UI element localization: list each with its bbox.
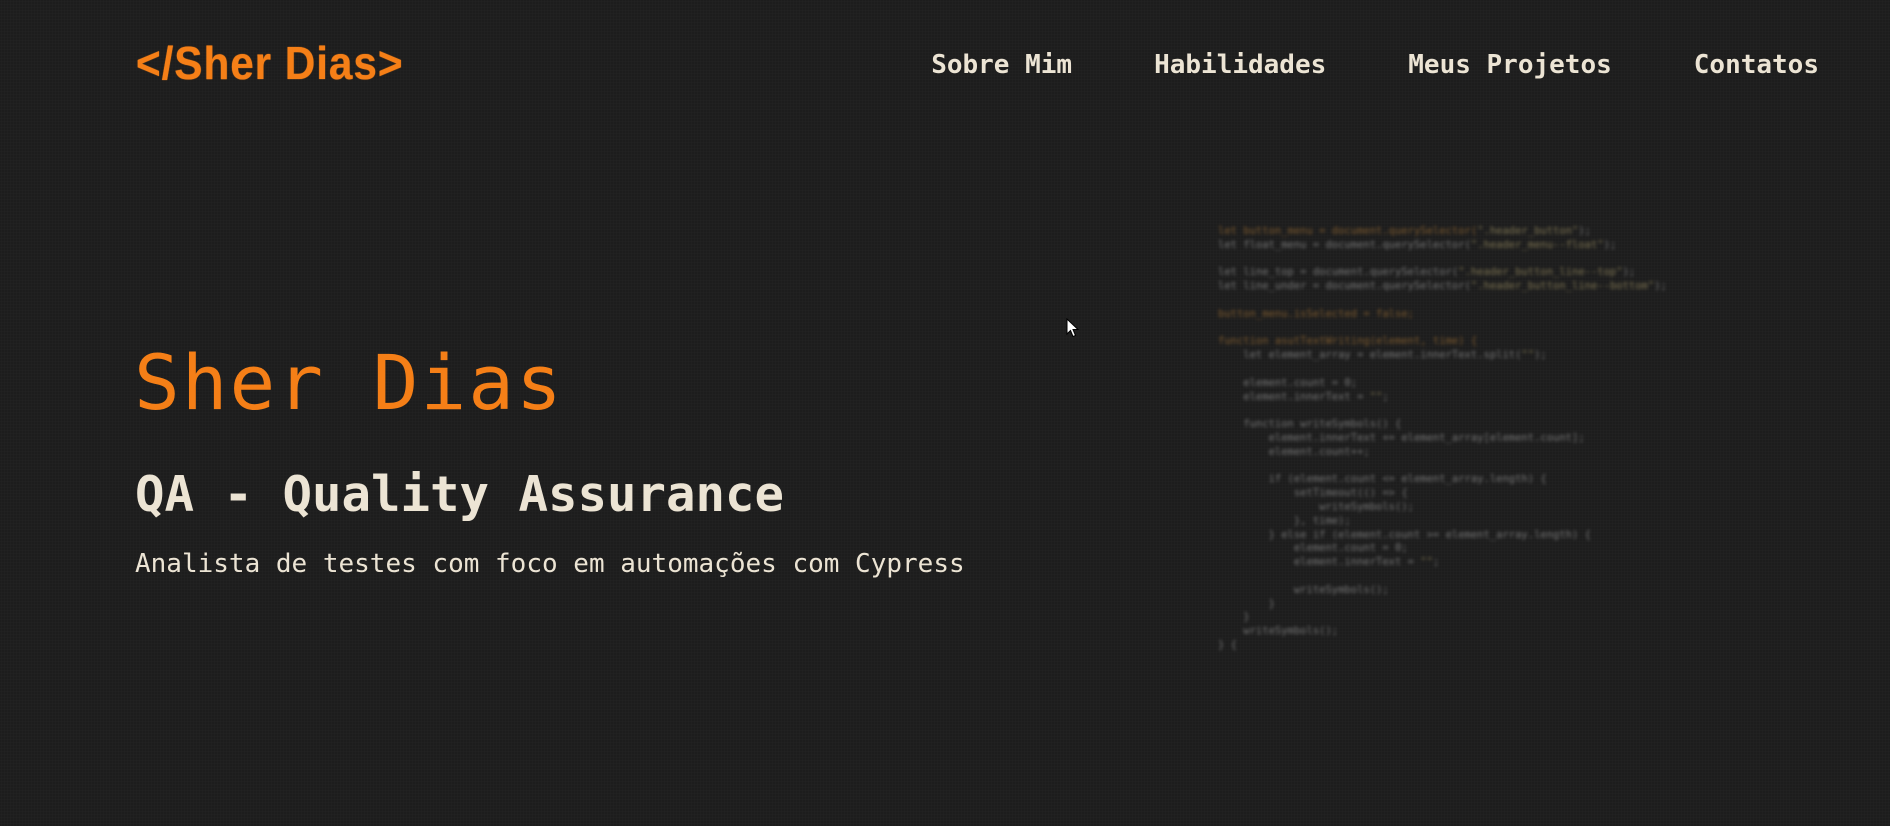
code-line: writeSymbols();	[1218, 625, 1339, 638]
main-nav: Sobre Mim Habilidades Meus Projetos Cont…	[931, 52, 1819, 78]
nav-item-meus-projetos[interactable]: Meus Projetos	[1408, 52, 1612, 78]
code-illustration: let button_menu = document.querySelector…	[1218, 225, 1718, 665]
site-logo[interactable]: </Sher Dias>	[136, 40, 403, 86]
code-line: element.count++;	[1218, 445, 1370, 458]
nav-item-sobre-mim[interactable]: Sobre Mim	[931, 52, 1072, 78]
code-line: function writeSymbols() {	[1218, 418, 1402, 431]
hero-name: Sher Dias	[134, 338, 564, 427]
code-line: function asutTextWriting(element, time) …	[1218, 335, 1478, 348]
page: </Sher Dias> Sobre Mim Habilidades Meus …	[0, 0, 1890, 826]
hero-description: Analista de testes com foco em automaçõe…	[135, 549, 965, 579]
code-line: }	[1218, 597, 1275, 610]
code-line: button_menu.isSelected = false;	[1218, 307, 1414, 320]
code-line: element.count = 0;	[1218, 542, 1408, 555]
code-line: element.count = 0;	[1218, 376, 1358, 389]
code-line: let element_array = element.innerText.sp…	[1218, 349, 1547, 362]
code-line: if (element.count <= element_array.lengt…	[1218, 473, 1547, 486]
nav-item-contatos[interactable]: Contatos	[1694, 52, 1819, 78]
code-line: writeSymbols();	[1218, 500, 1414, 513]
code-line: element.innerText += element_array[eleme…	[1218, 431, 1585, 444]
hero-role: QA - Quality Assurance	[135, 466, 785, 523]
code-line: }	[1218, 611, 1250, 624]
code-line: let line_top = document.querySelector(".…	[1218, 266, 1636, 279]
code-line: setTimeout(() => {	[1218, 487, 1408, 500]
code-line: } else if (element.count >= element_arra…	[1218, 528, 1591, 541]
code-line: }, time);	[1218, 514, 1351, 527]
code-line: writeSymbols();	[1218, 583, 1389, 596]
code-line: let line_under = document.querySelector(…	[1218, 280, 1667, 293]
code-line: element.innerText = "";	[1218, 556, 1440, 569]
code-line: let float_menu = document.querySelector(…	[1218, 238, 1617, 251]
mouse-pointer-icon	[1066, 318, 1080, 338]
code-line: } {	[1218, 638, 1237, 651]
nav-item-habilidades[interactable]: Habilidades	[1154, 52, 1326, 78]
code-line: element.innerText = "";	[1218, 390, 1389, 403]
code-line: let button_menu = document.querySelector…	[1218, 225, 1591, 237]
